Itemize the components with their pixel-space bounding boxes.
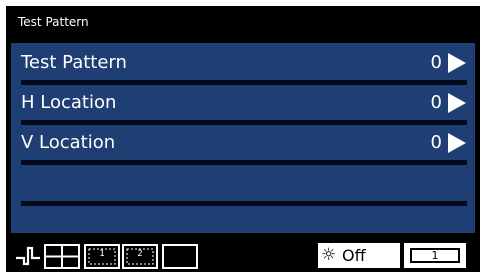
menu-item-value: 0 xyxy=(430,132,442,153)
menu-item-value: 0 xyxy=(430,52,442,73)
menu-item-label: H Location xyxy=(21,92,117,113)
menu-item-label: V Location xyxy=(21,132,116,153)
menu-item-v-location[interactable]: V Location 0 xyxy=(21,129,466,157)
window-title: Test Pattern xyxy=(18,15,89,29)
full-screen-icon xyxy=(162,244,198,269)
divider xyxy=(21,160,467,165)
pip-1-icon: 1 xyxy=(84,244,120,269)
channel-value: 1 xyxy=(410,248,460,263)
waveform-icon xyxy=(16,246,40,266)
menu-item-test-pattern[interactable]: Test Pattern 0 xyxy=(21,49,466,77)
brightness-label: Off xyxy=(342,246,366,265)
menu-item-value: 0 xyxy=(430,92,442,113)
divider xyxy=(21,201,467,206)
divider xyxy=(21,80,467,85)
right-arrow-icon[interactable] xyxy=(448,93,466,113)
right-arrow-icon[interactable] xyxy=(448,133,466,153)
menu-item-label: Test Pattern xyxy=(21,52,127,73)
menu-item-h-location[interactable]: H Location 0 xyxy=(21,89,466,117)
divider xyxy=(21,120,467,125)
osd-menu-window: Test Pattern Test Pattern 0 H Location 0… xyxy=(6,6,480,272)
menu-panel: Test Pattern 0 H Location 0 V Location 0 xyxy=(11,43,475,233)
status-bar: 1 2 ☼ Off 1 xyxy=(6,241,480,272)
channel-indicator: 1 xyxy=(404,243,466,268)
brightness-indicator: ☼ Off xyxy=(318,243,400,268)
right-arrow-icon[interactable] xyxy=(448,53,466,73)
pip-2-icon: 2 xyxy=(122,244,158,269)
sun-icon: ☼ xyxy=(321,245,337,265)
split-screen-icon xyxy=(44,244,80,269)
